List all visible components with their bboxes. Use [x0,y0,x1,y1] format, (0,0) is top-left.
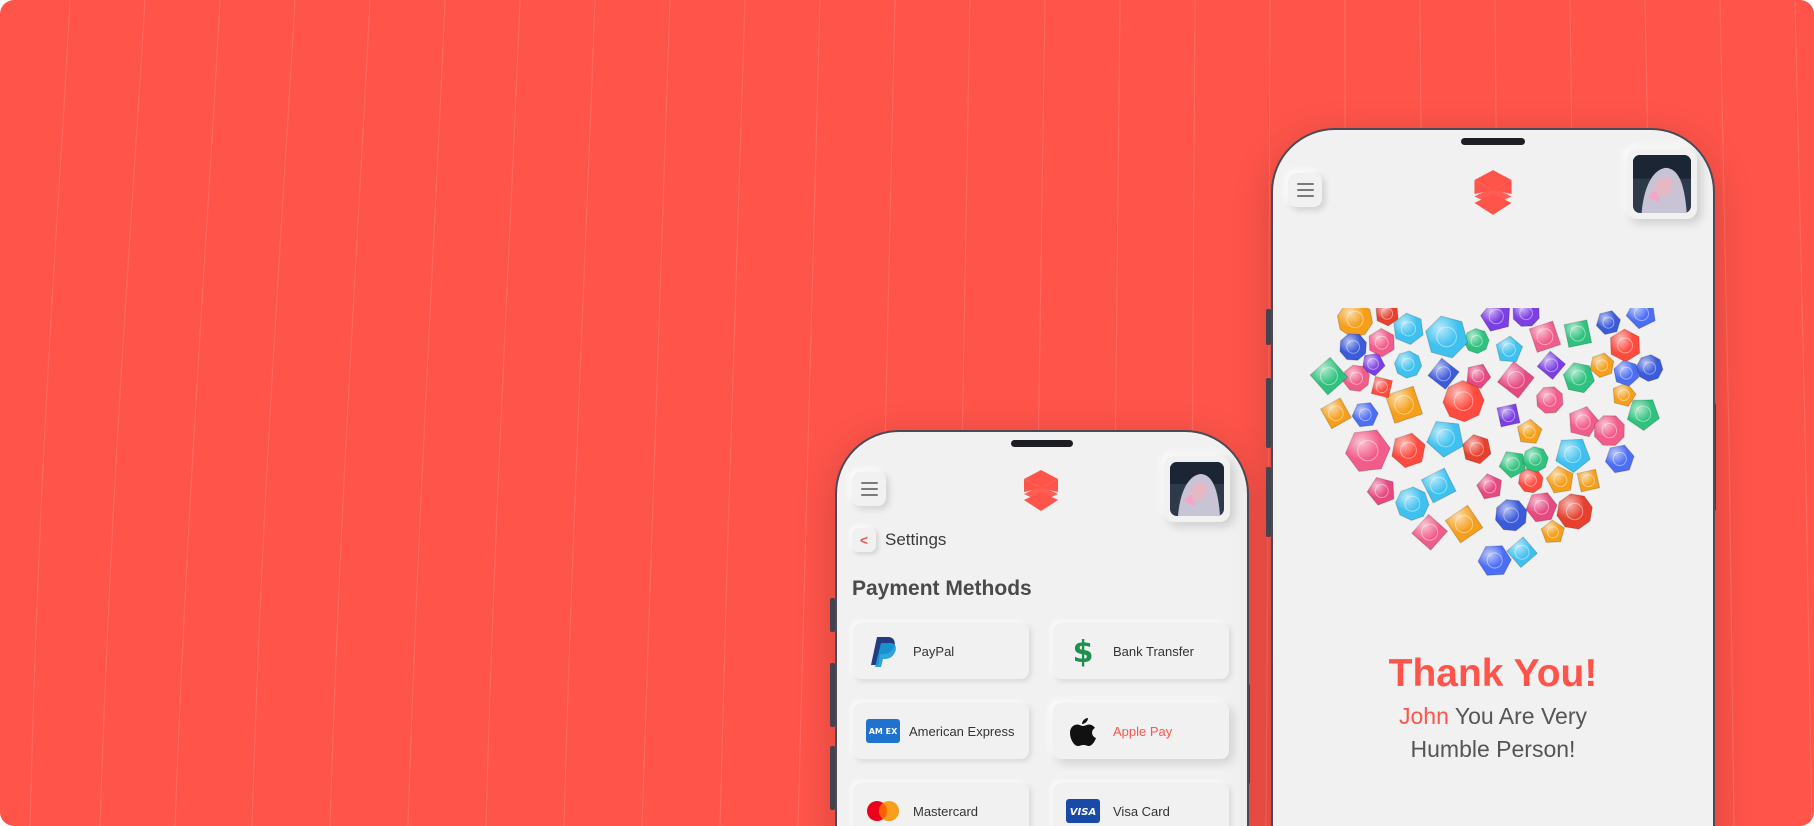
gem-highlight [1391,433,1426,468]
gem-highlight [1546,466,1573,493]
payment-option-label: Apple Pay [1113,723,1173,739]
payment-option-label: PayPal [913,643,955,659]
message-text: Humble Person! [1410,736,1576,763]
payment-option-label: Mastercard [913,803,979,819]
gem-highlight [1517,419,1542,444]
gem-highlight [1506,537,1538,568]
thank-you-phone: Thank You! John You Are Very Humble Pers… [1271,128,1715,826]
back-button[interactable]: < [852,528,876,552]
hamburger-icon[interactable] [852,472,886,506]
settings-title: Settings [885,530,947,549]
gem-highlight [1563,362,1595,393]
gem-highlight [1445,505,1483,543]
mastercard-icon [863,794,903,826]
gem-highlight [1626,308,1656,329]
gem-highlight [1594,415,1625,446]
dollar-icon: $ [1063,634,1103,668]
gem-highlight [1613,360,1639,387]
avatar[interactable] [1627,149,1697,219]
payment-option-label: American Express [909,723,1015,739]
gem-highlight [1426,421,1464,458]
payment-methods-title: Payment Methods [852,577,1032,600]
gem-highlight [1537,351,1566,380]
gem-highlight [1385,386,1423,424]
message-text: You Are Very [1448,703,1587,729]
user-name: John [1399,703,1449,729]
payment-option-bank-transfer[interactable]: $ Bank Transfer [1053,623,1229,679]
gem-highlight [1513,308,1540,327]
svg-text:$: $ [1073,635,1094,668]
gem-highlight [1462,434,1491,464]
gem-highlight [1596,310,1621,335]
payment-option-apple-pay[interactable]: Apple Pay [1053,703,1229,759]
gem-heart-illustration [1309,308,1664,576]
payment-option-paypal[interactable]: PayPal [853,623,1029,679]
gem-highlight [1478,545,1512,576]
gem-highlight [1497,361,1535,399]
gem-highlight [1310,357,1348,395]
avatar-photo [1170,462,1224,516]
svg-text:VISA: VISA [1070,807,1096,818]
gem-highlight [1497,403,1520,427]
phone-notch [1011,440,1073,447]
phone-notch [1461,138,1525,145]
gem-highlight [1529,321,1561,353]
settings-phone: < Settings Payment Methods PayPal $ Bank… [835,430,1249,826]
hero-banner: < Settings Payment Methods PayPal $ Bank… [0,0,1814,826]
payment-option-mastercard[interactable]: Mastercard [853,783,1029,826]
gem-highlight [1411,514,1448,551]
gem-highlight [1320,398,1352,429]
brand-logo-icon [1474,170,1512,215]
gem-highlight [1345,430,1391,472]
thank-you-message: John You Are Very Humble Person! [1273,700,1713,767]
payment-option-label: Bank Transfer [1113,643,1194,659]
payment-option-label: Visa Card [1113,803,1170,819]
gem-highlight [1610,329,1640,362]
gem-highlight [1496,336,1523,362]
amex-icon: AM EX [863,714,903,748]
paypal-icon [863,634,903,668]
brand-logo-icon [1024,470,1058,511]
svg-text:AM EX: AM EX [869,727,898,736]
avatar-photo [1633,155,1691,213]
chevron-left-icon: < [859,532,869,548]
gem-highlight [1577,469,1600,492]
apple-icon [1063,714,1103,748]
thank-you-title: Thank You! [1388,652,1598,695]
gem-highlight [1337,308,1373,338]
payment-option-visa[interactable]: VISA Visa Card [1053,783,1229,826]
gem-highlight [1590,353,1614,378]
avatar[interactable] [1164,456,1230,522]
visa-icon: VISA [1063,794,1103,826]
gem-highlight [1425,316,1468,358]
gem-highlight [1564,320,1592,348]
gem-highlight [1369,328,1395,357]
gem-highlight [1476,473,1502,499]
payment-option-american-express[interactable]: AM EX American Express [853,703,1029,759]
hamburger-icon[interactable] [1288,173,1322,207]
